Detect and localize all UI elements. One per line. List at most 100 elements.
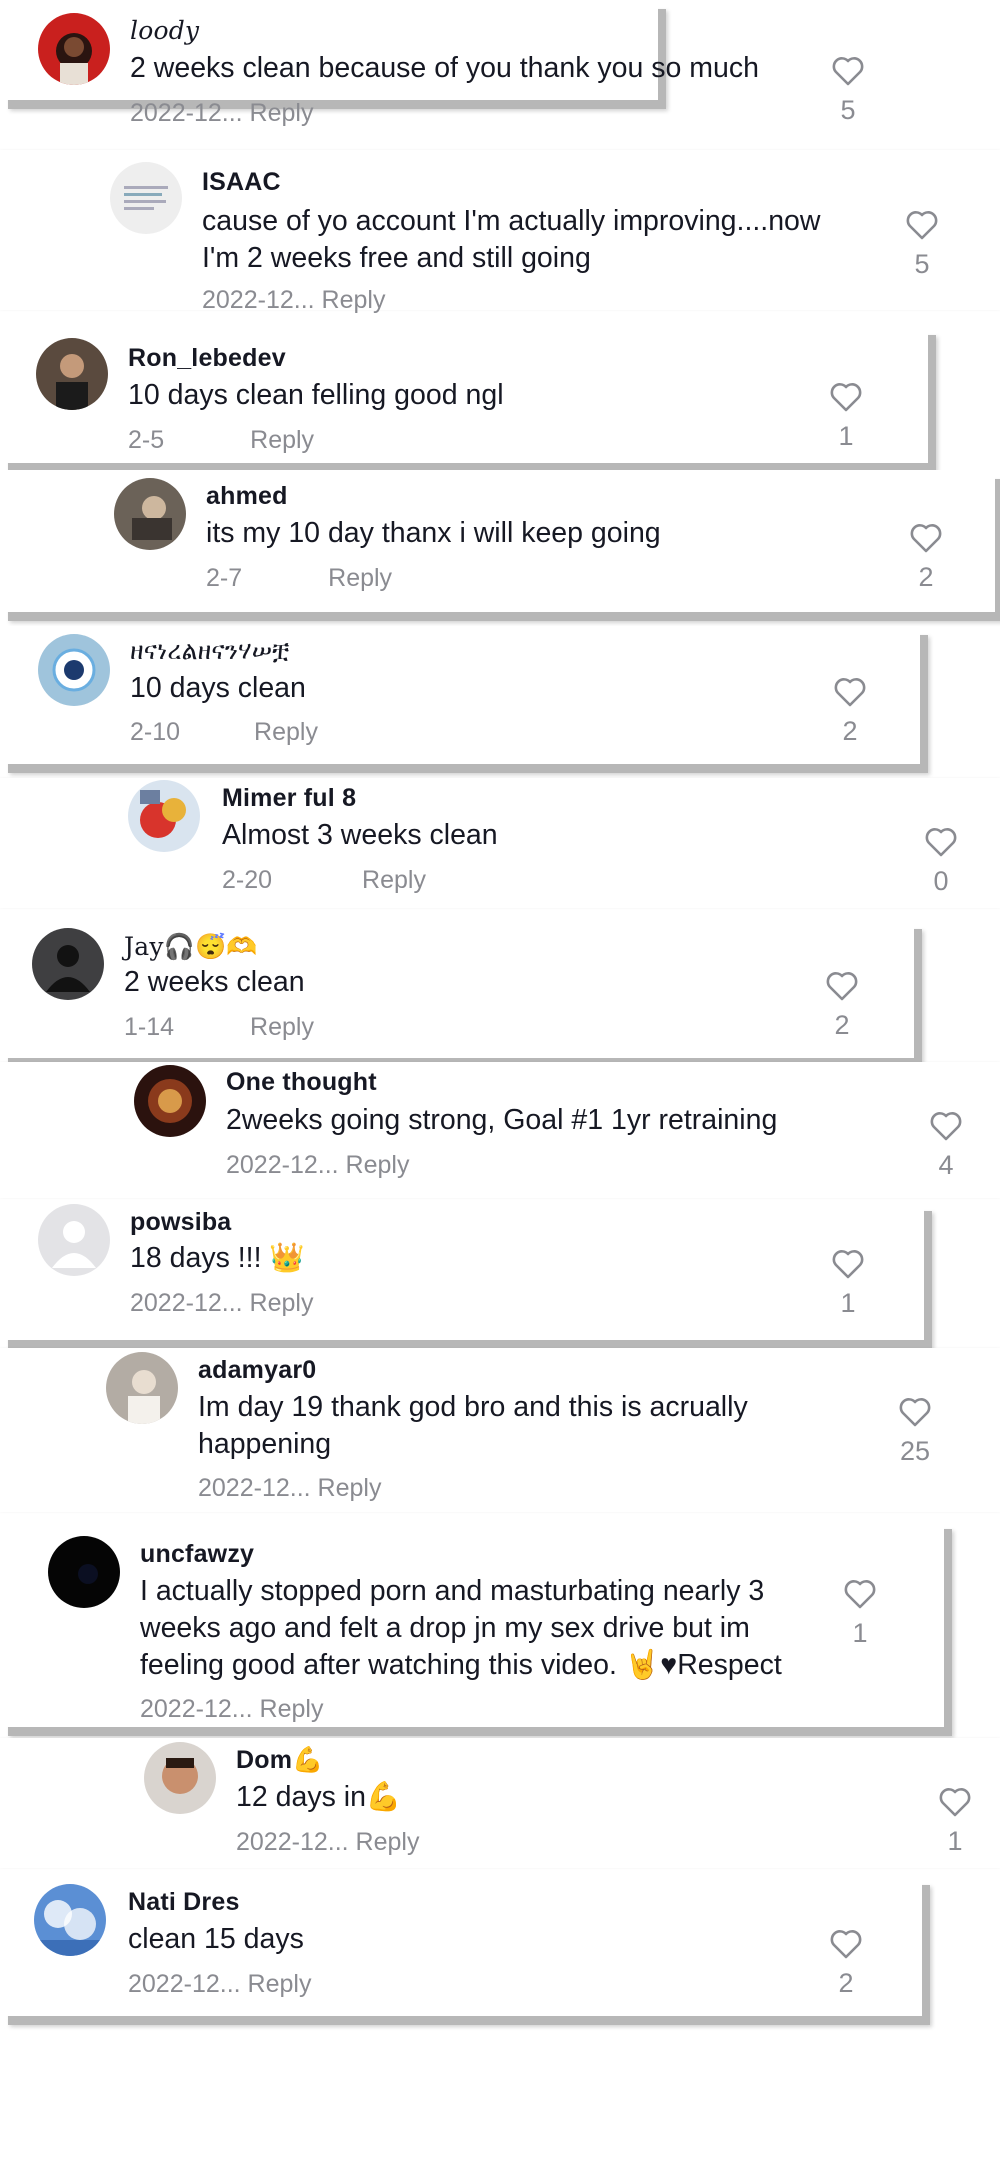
comment-text: clean 15 days xyxy=(128,1923,304,1955)
reply-button[interactable]: Reply xyxy=(250,1013,314,1041)
comment-date: 2022-12... xyxy=(226,1151,339,1179)
username[interactable]: Dom💪 xyxy=(236,1746,323,1775)
comment-date: 2-20 xyxy=(222,866,273,894)
comment-card: Mimer ful 8 Almost 3 weeks clean 2-20 Rep… xyxy=(0,778,1000,908)
comment-meta: 2022-12... Reply xyxy=(226,1151,409,1180)
like-button[interactable]: 1 xyxy=(935,1786,975,1857)
comment-text: cause of yo account I'm actually improvi… xyxy=(202,205,821,237)
like-button[interactable]: 1 xyxy=(826,381,866,452)
username[interactable]: Nati Dres xyxy=(128,1888,240,1917)
like-button[interactable]: 4 xyxy=(926,1110,966,1181)
like-count: 1 xyxy=(947,1826,963,1856)
comment-date: 2022-12... xyxy=(140,1695,253,1723)
like-button[interactable]: 5 xyxy=(902,209,942,280)
username[interactable]: ahmed xyxy=(206,482,288,511)
username[interactable]: Jay🎧😴🫶 xyxy=(124,932,258,962)
username[interactable]: loody xyxy=(130,16,199,45)
like-button[interactable]: 5 xyxy=(828,55,868,126)
reply-button[interactable]: Reply xyxy=(362,866,426,894)
like-count: 2 xyxy=(918,562,934,592)
reply-button[interactable]: Reply xyxy=(250,99,314,127)
reply-button[interactable]: Reply xyxy=(318,1474,382,1502)
comment-date: 2022-12... xyxy=(130,99,243,127)
comment-meta: 2-5 Reply xyxy=(128,426,314,455)
avatar[interactable] xyxy=(106,1352,178,1424)
like-count: 5 xyxy=(840,95,856,125)
username[interactable]: adamyar0 xyxy=(198,1356,316,1385)
reply-button[interactable]: Reply xyxy=(260,1695,324,1723)
comment-card: loody 2 weeks clean because of you thank… xyxy=(0,0,864,127)
avatar[interactable] xyxy=(38,634,110,706)
comment-text: 2 weeks clean xyxy=(124,966,305,998)
avatar[interactable] xyxy=(114,478,186,550)
comment-text: 10 days clean xyxy=(130,672,306,704)
comment-meta: 2-10 Reply xyxy=(130,718,318,747)
comment-meta: 2022-12... Reply xyxy=(140,1695,323,1724)
avatar[interactable] xyxy=(110,162,182,234)
avatar[interactable] xyxy=(38,13,110,85)
comment-text: I actually stopped porn and masturbating… xyxy=(140,1575,765,1607)
comment-text: its my 10 day thanx i will keep going xyxy=(206,517,661,549)
comment-text: Im day 19 thank god bro and this is acru… xyxy=(198,1391,748,1423)
like-button[interactable]: 2 xyxy=(906,522,946,593)
username[interactable]: powsiba xyxy=(130,1208,231,1237)
reply-button[interactable]: Reply xyxy=(248,1970,312,1998)
comment-card: ahmed its my 10 day thanx i will keep go… xyxy=(0,470,995,612)
comment-card: One thought 2weeks going strong, Goal #1… xyxy=(0,1062,1000,1198)
reply-button[interactable]: Reply xyxy=(254,718,318,746)
reply-button[interactable]: Reply xyxy=(328,564,392,592)
username[interactable]: uncfawzy xyxy=(140,1540,254,1569)
reply-button[interactable]: Reply xyxy=(346,1151,410,1179)
heart-icon xyxy=(832,1250,864,1279)
comment-card: Ron_lebedev 10 days clean felling good n… xyxy=(0,326,928,463)
username[interactable]: One thought xyxy=(226,1068,377,1097)
heart-icon xyxy=(930,1112,962,1141)
comment-text: 12 days in💪 xyxy=(236,1781,402,1813)
comment-date: 2022-12... xyxy=(236,1828,349,1856)
username[interactable]: Mimer ful 8 xyxy=(222,784,356,813)
like-button[interactable]: 2 xyxy=(826,1928,866,1999)
avatar[interactable] xyxy=(38,1204,110,1276)
comment-meta: 2-20 Reply xyxy=(222,866,426,895)
username[interactable]: Ron_lebedev xyxy=(128,344,286,373)
comment-text: weeks ago and felt a drop jn my sex driv… xyxy=(140,1612,750,1644)
comment-meta: 2022-12... Reply xyxy=(130,99,313,128)
like-count: 1 xyxy=(840,1288,856,1318)
like-button[interactable]: 2 xyxy=(822,970,862,1041)
like-count: 0 xyxy=(933,866,949,896)
comment-card: Dom💪 12 days in💪 2022-12... Reply 1 xyxy=(0,1738,1000,1868)
like-count: 1 xyxy=(838,421,854,451)
avatar[interactable] xyxy=(32,928,104,1000)
reply-button[interactable]: Reply xyxy=(250,1289,314,1317)
reply-button[interactable]: Reply xyxy=(356,1828,420,1856)
reply-button[interactable]: Reply xyxy=(322,286,386,314)
comment-card: ISAAC cause of yo account I'm actually i… xyxy=(0,150,1000,314)
comment-meta: 2-7 Reply xyxy=(206,564,392,593)
comment-text: 2 weeks clean because of you thank you s… xyxy=(130,52,759,84)
comment-meta: 2022-12... Reply xyxy=(236,1828,419,1857)
comment-text: I'm 2 weeks free and still going xyxy=(202,242,591,274)
username[interactable]: ዘናነረልዘናንሃሠቿ xyxy=(130,636,290,666)
avatar[interactable] xyxy=(144,1742,216,1814)
like-button[interactable]: 25 xyxy=(895,1396,935,1467)
like-button[interactable]: 0 xyxy=(921,826,961,897)
avatar[interactable] xyxy=(128,780,200,852)
username[interactable]: ISAAC xyxy=(202,168,281,197)
comment-text: 18 days !!! 👑 xyxy=(130,1242,305,1274)
like-button[interactable]: 1 xyxy=(840,1578,880,1649)
avatar[interactable] xyxy=(34,1884,106,1956)
avatar[interactable] xyxy=(48,1536,120,1608)
comment-date: 2022-12... xyxy=(198,1474,311,1502)
avatar[interactable] xyxy=(134,1065,206,1137)
comment-meta: 2022-12... Reply xyxy=(198,1474,381,1503)
heart-icon xyxy=(826,972,858,1001)
like-button[interactable]: 1 xyxy=(828,1248,868,1319)
heart-icon xyxy=(910,524,942,553)
avatar[interactable] xyxy=(36,338,108,410)
comment-card: ዘናነረልዘናንሃሠቿ 10 days clean 2-10 Reply 2 xyxy=(0,626,920,764)
like-button[interactable]: 2 xyxy=(830,676,870,747)
heart-icon xyxy=(834,678,866,707)
reply-button[interactable]: Reply xyxy=(250,426,314,454)
comment-text: 10 days clean felling good ngl xyxy=(128,379,504,411)
like-count: 2 xyxy=(842,716,858,746)
